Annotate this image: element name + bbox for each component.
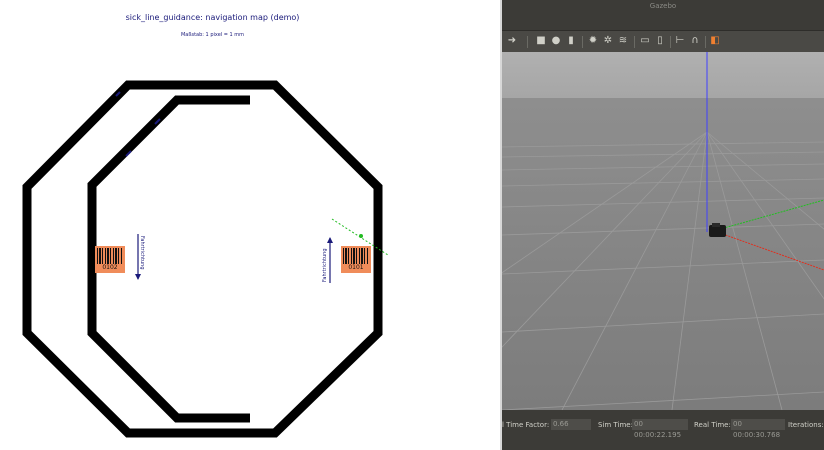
toolbar-separator <box>705 36 706 48</box>
align-icon[interactable]: ⊢ <box>674 35 686 47</box>
3d-viewport[interactable] <box>502 52 824 411</box>
window-title: Gazebo <box>502 0 824 13</box>
navigation-map: sick_line_guidance: navigation map (demo… <box>0 0 500 450</box>
sky <box>502 52 824 98</box>
sphere-icon[interactable]: ● <box>550 35 562 47</box>
direction-arrow-left-head <box>135 274 141 280</box>
scene-render <box>502 52 824 411</box>
copy-icon[interactable]: ▭ <box>639 35 651 47</box>
gazebo-window: Gazebo ➜ ■ ● ▮ ✹ ✲ ≋ ▭ ▯ ⊢ ∩ ◧ l Time Fa… <box>502 0 824 450</box>
point-light-icon[interactable]: ✲ <box>602 35 614 47</box>
toolbar-separator <box>582 36 583 48</box>
cylinder-icon[interactable]: ▮ <box>565 35 577 47</box>
barcode-label-left: 0102 <box>95 246 125 273</box>
direction-text-right: Fahrtrichtung <box>322 248 328 282</box>
toolbar-separator <box>527 36 528 48</box>
real-time-label: Real Time: <box>694 421 731 429</box>
sim-time-value: 00 00:00:22.195 <box>632 419 688 439</box>
barcode-number: 0102 <box>102 264 118 271</box>
barcode-bars <box>97 248 123 264</box>
paste-icon[interactable]: ▯ <box>654 35 666 47</box>
iterations-label: Iterations: <box>788 421 824 429</box>
rtf-value: 0.66 <box>551 419 591 430</box>
toolbar-separator <box>670 36 671 48</box>
box-icon[interactable]: ■ <box>535 35 547 47</box>
direction-arrow-right-head <box>327 237 333 243</box>
gazebo-toolbar: ➜ ■ ● ▮ ✹ ✲ ≋ ▭ ▯ ⊢ ∩ ◧ <box>502 30 824 53</box>
real-time-value: 00 00:00:30.768 <box>731 419 785 439</box>
screenshot-icon[interactable]: ◧ <box>709 35 721 47</box>
spot-light-icon[interactable]: ≋ <box>617 35 629 47</box>
barcode-label-right: 0101 <box>341 246 371 273</box>
status-bar: l Time Factor: 0.66 Sim Time: 00 00:00:2… <box>502 410 824 440</box>
sim-time-label: Sim Time: <box>598 421 633 429</box>
track-drawing <box>22 80 389 438</box>
redo-icon[interactable]: ➜ <box>506 35 518 47</box>
robot-sensor <box>712 223 720 227</box>
sun-icon[interactable]: ✹ <box>587 35 599 47</box>
rtf-label: l Time Factor: <box>502 421 550 429</box>
magnet-icon[interactable]: ∩ <box>689 35 701 47</box>
robot-pose-dot <box>359 234 363 238</box>
barcode-number: 0101 <box>348 264 364 271</box>
direction-text-left: Fahrtrichtung <box>139 236 145 270</box>
barcode-bars <box>343 248 369 264</box>
toolbar-separator <box>634 36 635 48</box>
